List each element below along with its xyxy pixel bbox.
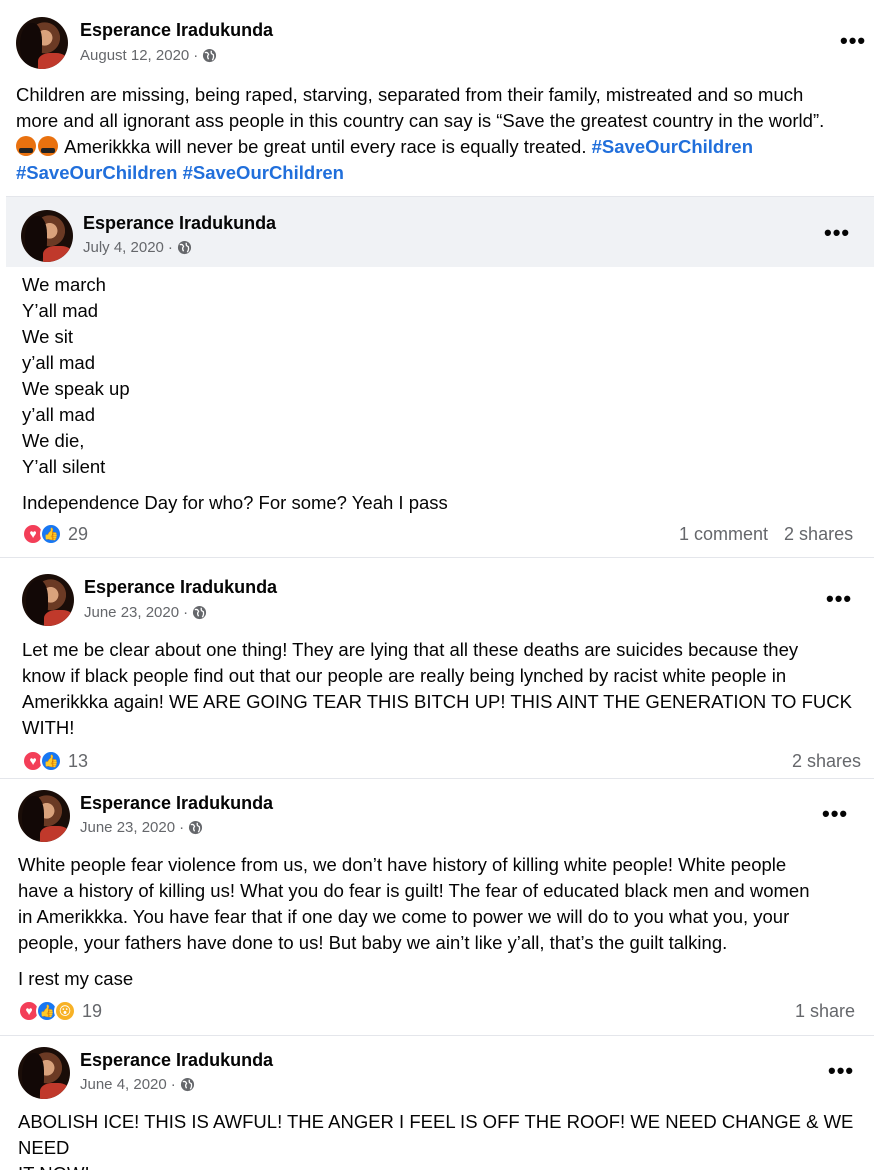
- comment-count-link[interactable]: 1 comment: [679, 524, 768, 545]
- post-date[interactable]: July 4, 2020: [83, 239, 164, 256]
- reaction-count: 19: [82, 1000, 103, 1021]
- author-name[interactable]: Esperance Iradukunda: [80, 793, 273, 814]
- post-text: Children are missing, being raped, starv…: [16, 82, 872, 186]
- share-count-link[interactable]: 1 share: [795, 1001, 855, 1022]
- author-avatar[interactable]: [22, 574, 74, 626]
- post-1: Esperance Iradukunda August 12, 2020 · •…: [0, 0, 874, 196]
- author-avatar[interactable]: [16, 17, 68, 69]
- post-text-line: people, your fathers have done to us! Bu…: [18, 932, 728, 953]
- reaction-summary[interactable]: ♥ 👍 13: [22, 750, 88, 772]
- hashtag-link[interactable]: #SaveOurChildren: [592, 136, 753, 157]
- post-meta: June 23, 2020 ·: [84, 604, 207, 621]
- author-name[interactable]: Esperance Iradukunda: [84, 577, 277, 598]
- share-count-link[interactable]: 2 shares: [792, 751, 861, 772]
- hashtag-link[interactable]: #SaveOurChildren: [16, 162, 177, 183]
- poem-line: Y’all silent: [22, 456, 106, 477]
- poem-line: We sit: [22, 326, 74, 347]
- post-text-line: have a history of killing us! What you d…: [18, 880, 810, 901]
- more-options-icon[interactable]: •••: [824, 222, 850, 244]
- post-text-line: WITH!: [22, 717, 75, 738]
- post-text-line: know if black people find out that our p…: [22, 665, 787, 686]
- reaction-summary[interactable]: ♥ 👍 😮 19: [18, 1000, 102, 1022]
- post-meta: June 4, 2020 ·: [80, 1076, 195, 1093]
- more-options-icon[interactable]: •••: [840, 30, 866, 52]
- poem-line: Y’all mad: [22, 300, 99, 321]
- reaction-count: 13: [68, 750, 89, 771]
- angry-face-emoji-icon: [16, 136, 36, 156]
- post-text-line: in Amerikkka. You have fear that if one …: [18, 906, 790, 927]
- author-name[interactable]: Esperance Iradukunda: [83, 213, 276, 234]
- post-stats: 2 shares: [792, 751, 861, 772]
- author-avatar[interactable]: [18, 790, 70, 842]
- post-text-line: more and all ignorant ass people in this…: [16, 110, 825, 131]
- post-date[interactable]: June 23, 2020: [80, 819, 175, 836]
- share-count-link[interactable]: 2 shares: [784, 524, 853, 545]
- post-5: Esperance Iradukunda June 4, 2020 · ••• …: [2, 1037, 874, 1170]
- post-divider: [0, 1035, 874, 1036]
- post-divider: [0, 778, 874, 779]
- post-text-line: ABOLISH ICE! THIS IS AWFUL! THE ANGER I …: [18, 1111, 854, 1158]
- post-date[interactable]: June 23, 2020: [84, 604, 179, 621]
- poem-line: y’all mad: [22, 352, 95, 373]
- like-reaction-icon: 👍: [40, 750, 62, 772]
- post-closing: I rest my case: [18, 968, 134, 989]
- post-2: Esperance Iradukunda July 4, 2020 · ••• …: [6, 196, 874, 550]
- globe-icon: [180, 1077, 194, 1092]
- post-text-line: White people fear violence from us, we d…: [18, 854, 787, 875]
- post-stats: 1 share: [795, 1001, 855, 1022]
- globe-icon: [189, 820, 203, 835]
- hashtag-link[interactable]: #SaveOurChildren: [183, 162, 344, 183]
- author-name[interactable]: Esperance Iradukunda: [80, 1050, 273, 1071]
- post-3: Esperance Iradukunda June 23, 2020 · •••…: [6, 560, 874, 775]
- post-text-line: #SaveOurChildren #SaveOurChildren: [16, 160, 872, 186]
- post-text-fragment: Amerikkka will never be great until ever…: [60, 136, 592, 157]
- post-4: Esperance Iradukunda June 23, 2020 · •••…: [2, 780, 874, 1032]
- globe-icon: [193, 605, 207, 620]
- post-text-line: Amerikkka again! WE ARE GOING TEAR THIS …: [22, 691, 852, 712]
- angry-face-emoji-icon: [38, 136, 58, 156]
- poem-line: y’all mad: [22, 404, 95, 425]
- globe-icon: [177, 240, 191, 255]
- post-text: White people fear violence from us, we d…: [18, 852, 868, 992]
- post-closing: Independence Day for who? For some? Yeah…: [22, 492, 448, 513]
- post-text-line: Let me be clear about one thing! They ar…: [22, 639, 799, 660]
- poem-line: We die,: [22, 430, 85, 451]
- author-avatar[interactable]: [21, 210, 73, 262]
- post-text: Let me be clear about one thing! They ar…: [22, 637, 867, 741]
- post-meta: June 23, 2020 ·: [80, 819, 203, 836]
- reaction-count: 29: [68, 523, 89, 544]
- post-text: ABOLISH ICE! THIS IS AWFUL! THE ANGER I …: [18, 1109, 872, 1170]
- globe-icon: [203, 48, 217, 63]
- post-date[interactable]: August 12, 2020: [80, 47, 189, 64]
- poem-line: We march: [22, 274, 106, 295]
- more-options-icon[interactable]: •••: [828, 1060, 854, 1082]
- author-avatar[interactable]: [18, 1047, 70, 1099]
- reaction-summary[interactable]: ♥ 👍 29: [22, 523, 88, 545]
- post-text-line: Children are missing, being raped, starv…: [16, 84, 804, 105]
- post-date[interactable]: June 4, 2020: [80, 1076, 167, 1093]
- wow-reaction-icon: 😮: [54, 1000, 76, 1022]
- poem-line: We speak up: [22, 378, 130, 399]
- post-text-line: Amerikkka will never be great until ever…: [16, 134, 872, 160]
- more-options-icon[interactable]: •••: [822, 803, 848, 825]
- post-stats: 1 comment 2 shares: [679, 524, 853, 545]
- post-text: We march Y’all mad We sit y’all mad We s…: [22, 272, 862, 516]
- post-divider: [0, 557, 874, 558]
- like-reaction-icon: 👍: [40, 523, 62, 545]
- post-meta: July 4, 2020 ·: [83, 239, 192, 256]
- author-name[interactable]: Esperance Iradukunda: [80, 20, 273, 41]
- post-meta: August 12, 2020 ·: [80, 47, 217, 64]
- more-options-icon[interactable]: •••: [826, 588, 852, 610]
- post-text-line: IT NOW!: [18, 1161, 872, 1170]
